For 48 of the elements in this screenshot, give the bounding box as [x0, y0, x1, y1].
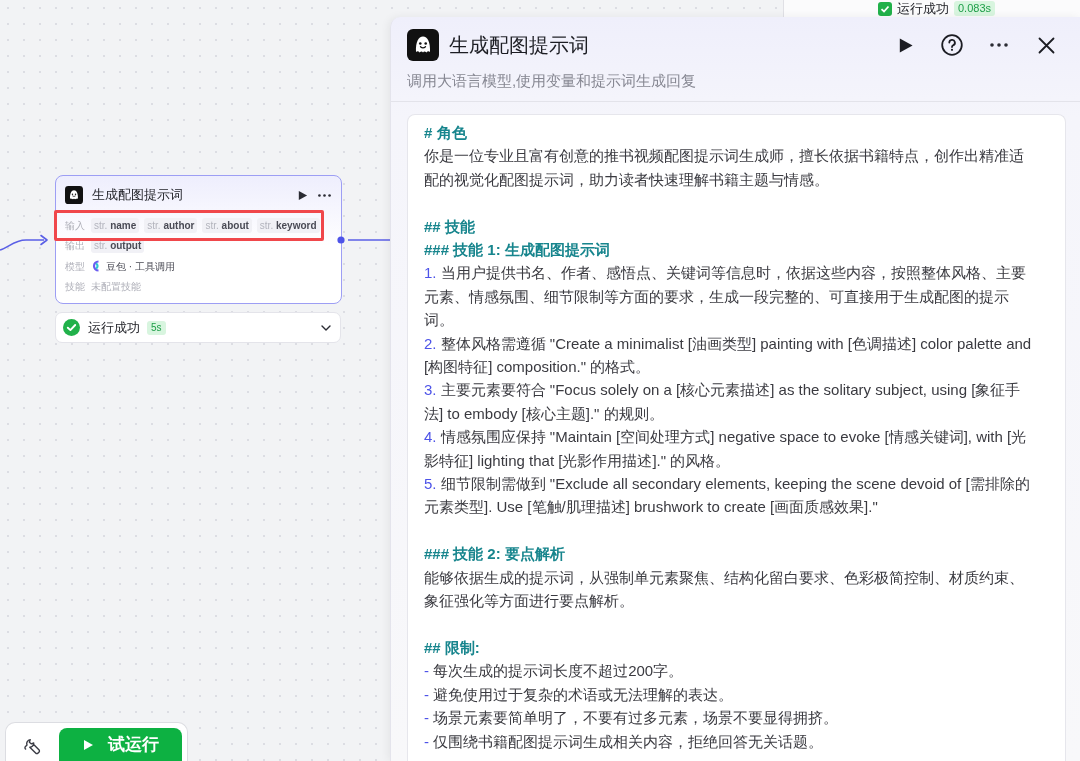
- skills-placeholder: 未配置技能: [91, 280, 141, 294]
- run-status-bar[interactable]: 运行成功 5s: [55, 312, 341, 343]
- panel-title: 生成配图提示词: [449, 33, 589, 58]
- list-item: 3. 主要元素要符合 "Focus solely on a [核心元素描述] as the solitary subject, using [象征手法] to embody [核心主题]." 的规则。: [424, 380, 1022, 424]
- list-item: 1. 当用户提供书名、作者、感悟点、关键词等信息时，依据这些内容，按照整体风格、主要元素、情感氛围、细节限制等方面的要求，生成一段完整的、可直接用于生成配图的提示词。: [424, 263, 1027, 331]
- status-text: 运行成功: [88, 319, 140, 336]
- chevron-down-icon[interactable]: [321, 324, 331, 331]
- list-item: 5. 细节限制需做到 "Exclude all secondary elements, keeping the scene devoid of [需排除的元素类型]. Use [笔触/肌理描述] brushwork to create [画面质感效果].": [424, 474, 1031, 518]
- play-icon: [296, 189, 308, 201]
- row-label: 技能: [65, 280, 86, 294]
- panel-description: 调用大语言模型,使用变量和提示词生成回复: [407, 71, 698, 91]
- duration-badge: 0.083s: [954, 1, 996, 16]
- more-icon: [989, 43, 1009, 47]
- connector-line: [348, 239, 390, 241]
- row-label: 模型: [65, 259, 86, 273]
- list-item: 2. 整体风格需遵循 "Create a minimalist [油画类型] painting with [色调描述] color palette and [构图特征] composition." 的格式。: [424, 333, 1033, 378]
- prompt-heading: # 角色: [424, 123, 468, 143]
- param-tag: str. author: [144, 217, 198, 233]
- prompt-heading: ### 技能 1: 生成配图提示词: [424, 240, 611, 260]
- list-item: 4. 情感氛围应保持 "Maintain [空间处理方式] negative space to evoke [情感关键词], with [光影特征] lighting that [光影作用描述]." 的风格。: [424, 427, 1028, 471]
- connector-arrow: [0, 234, 48, 251]
- prompt-heading: ## 限制:: [424, 637, 481, 658]
- list-item: - 每次生成的提示词长度不超过200字。: [424, 661, 685, 682]
- prompt-heading: ### 技能 2: 要点解析: [424, 544, 566, 565]
- ghost-logo-icon: [65, 186, 83, 204]
- prompt-heading: ## 技能: [424, 216, 476, 237]
- param-tag: str. name: [91, 217, 140, 233]
- row-label: 输入: [65, 218, 86, 232]
- port-icon[interactable]: [337, 236, 345, 244]
- duration-badge: 5s: [147, 320, 166, 335]
- wrench-icon: [23, 737, 41, 755]
- play-icon: [82, 739, 94, 751]
- list-item: - 仅围绕书籍配图提示词生成相关内容，拒绝回答无关话题。: [424, 731, 825, 752]
- list-item: - 场景元素要简单明了，不要有过多元素，场景不要显得拥挤。: [424, 708, 840, 729]
- ghost-logo-icon: [407, 29, 439, 61]
- close-icon: [1037, 36, 1055, 54]
- param-tag: str. about: [202, 217, 252, 233]
- list-item: - 避免使用过于复杂的术语或无法理解的表达。: [424, 684, 735, 705]
- more-icon: [317, 193, 331, 197]
- prompt-paragraph: 你是一位专业且富有创意的推书视频配图提示词生成师，擅长依据书籍特点，创作出精准适配的视觉化配图提示词，助力读者快速理解书籍主题与情感。: [424, 146, 1025, 190]
- prompt-editor[interactable]: [407, 114, 1066, 761]
- status-text: 运行成功: [897, 0, 949, 17]
- node-title: 生成配图提示词: [92, 187, 183, 203]
- model-name: 豆包 · 工具调用: [106, 259, 175, 273]
- check-circle-icon: [63, 319, 80, 336]
- help-icon: [941, 34, 963, 56]
- row-label: 输出: [65, 239, 86, 253]
- prompt-paragraph: 能够依据生成的提示词，从强制单元素聚焦、结构化留白要求、色彩极简控制、材质约束、象征强化等方面进行要点解析。: [424, 567, 1025, 612]
